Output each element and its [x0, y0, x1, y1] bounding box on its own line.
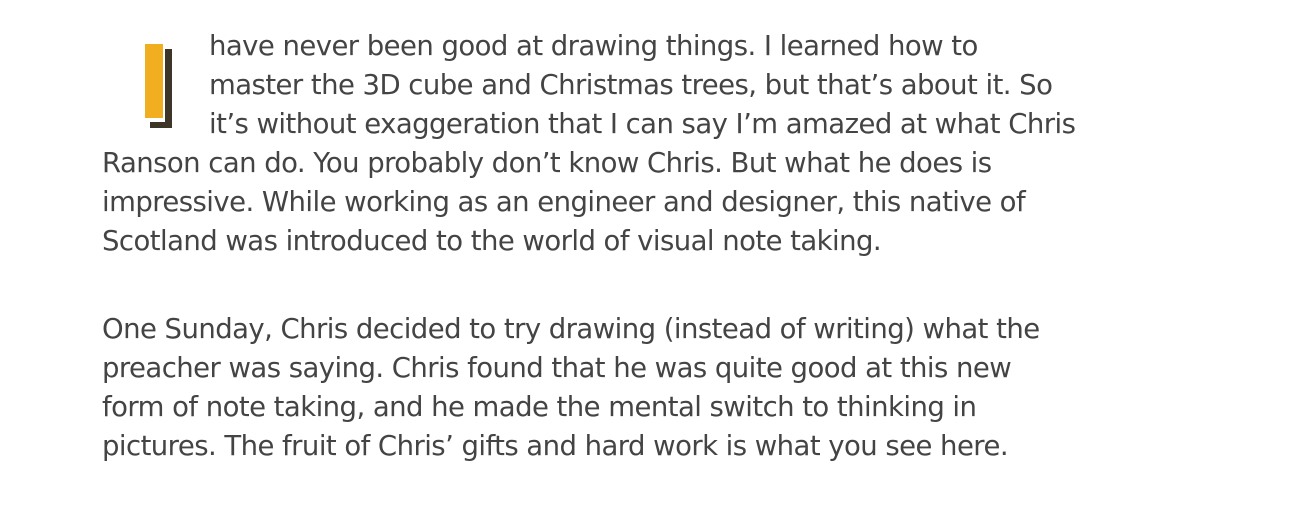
paragraph-line: preacher was saying. Chris found that he… [102, 352, 1012, 384]
article-body: have never been good at drawing things. … [0, 0, 1300, 524]
paragraph-line: impressive. While working as an engineer… [102, 186, 1026, 218]
paragraph-line: it’s without exaggeration that I can say… [209, 108, 1076, 140]
paragraph-line: have never been good at drawing things. … [209, 30, 978, 62]
paragraph-line: Ranson can do. You probably don’t know C… [102, 147, 992, 179]
paragraph-line: master the 3D cube and Christmas trees, … [209, 69, 1053, 101]
paragraph-line: form of note taking, and he made the men… [102, 391, 977, 423]
paragraph-line: pictures. The fruit of Chris’ gifts and … [102, 430, 1009, 462]
paragraph-line: One Sunday, Chris decided to try drawing… [102, 313, 1040, 345]
drop-cap-bar [145, 44, 163, 118]
paragraph-line: Scotland was introduced to the world of … [102, 225, 882, 257]
